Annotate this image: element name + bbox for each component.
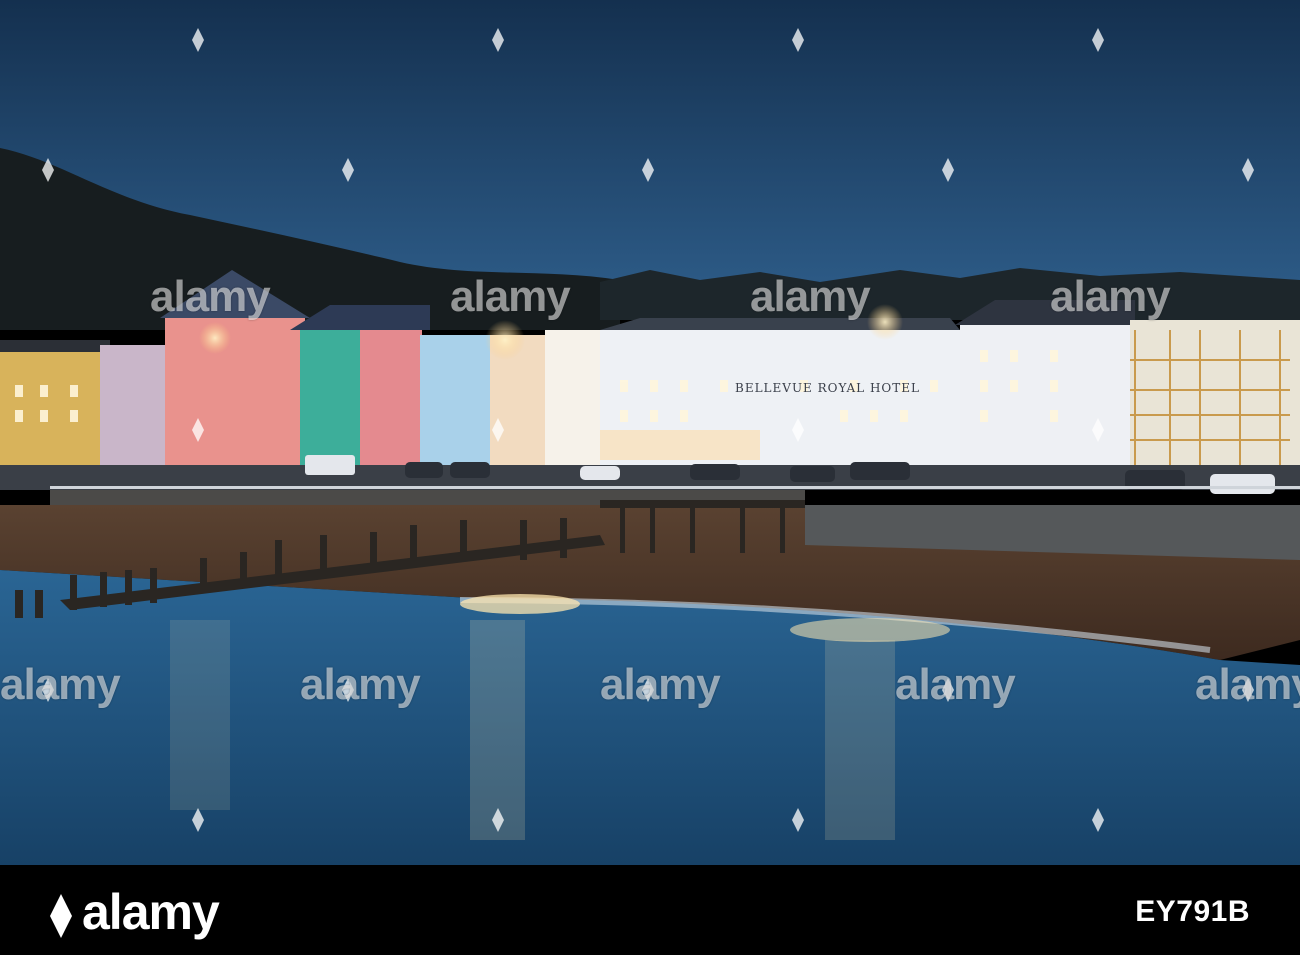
watermark-diamond-icon (1092, 808, 1104, 832)
watermark-diamond-icon (792, 808, 804, 832)
watermark-diamond-icon (1242, 158, 1254, 182)
watermark-diamond-icon (792, 28, 804, 52)
alamy-logo[interactable]: alamy (50, 883, 220, 941)
watermark-text: alamy (450, 272, 571, 321)
alamy-diamond-icon (50, 893, 72, 938)
railing (50, 486, 1300, 489)
watermark-diamond-icon (492, 418, 504, 442)
watermark-text: alamy (895, 660, 1016, 709)
watermark-diamond-icon (492, 808, 504, 832)
footer-bar: alamy EY791B (0, 865, 1300, 955)
watermark-diamond-icon (192, 418, 204, 442)
watermark-diamond-icon (492, 28, 504, 52)
watermark-diamond-icon (1092, 28, 1104, 52)
watermark-diamond-icon (1092, 418, 1104, 442)
photo-stage: BELLEVUE ROYAL HOTEL alamy alamy alamy a… (0, 0, 1300, 955)
watermark-text: alamy (300, 660, 421, 709)
watermark-diamond-icon (192, 808, 204, 832)
alamy-logo-text: alamy (82, 884, 220, 940)
hotel-sign: BELLEVUE ROYAL HOTEL (735, 381, 920, 395)
hotel-ground-glow (600, 430, 760, 460)
watermark-text: alamy (1050, 272, 1171, 321)
watermark-text: alamy (1195, 660, 1300, 709)
image-id: EY791B (1135, 895, 1250, 928)
watermark-diamond-icon (192, 28, 204, 52)
watermark-diamond-icon (642, 158, 654, 182)
watermark-text: alamy (150, 272, 271, 321)
watermark-text: alamy (600, 660, 721, 709)
watermark-diamond-icon (42, 158, 54, 182)
watermark-diamond-icon (792, 418, 804, 442)
watermark-diamond-icon (342, 158, 354, 182)
watermark-text: alamy (750, 272, 871, 321)
watermark-text: alamy (0, 660, 121, 709)
watermark-diamond-icon (942, 158, 954, 182)
